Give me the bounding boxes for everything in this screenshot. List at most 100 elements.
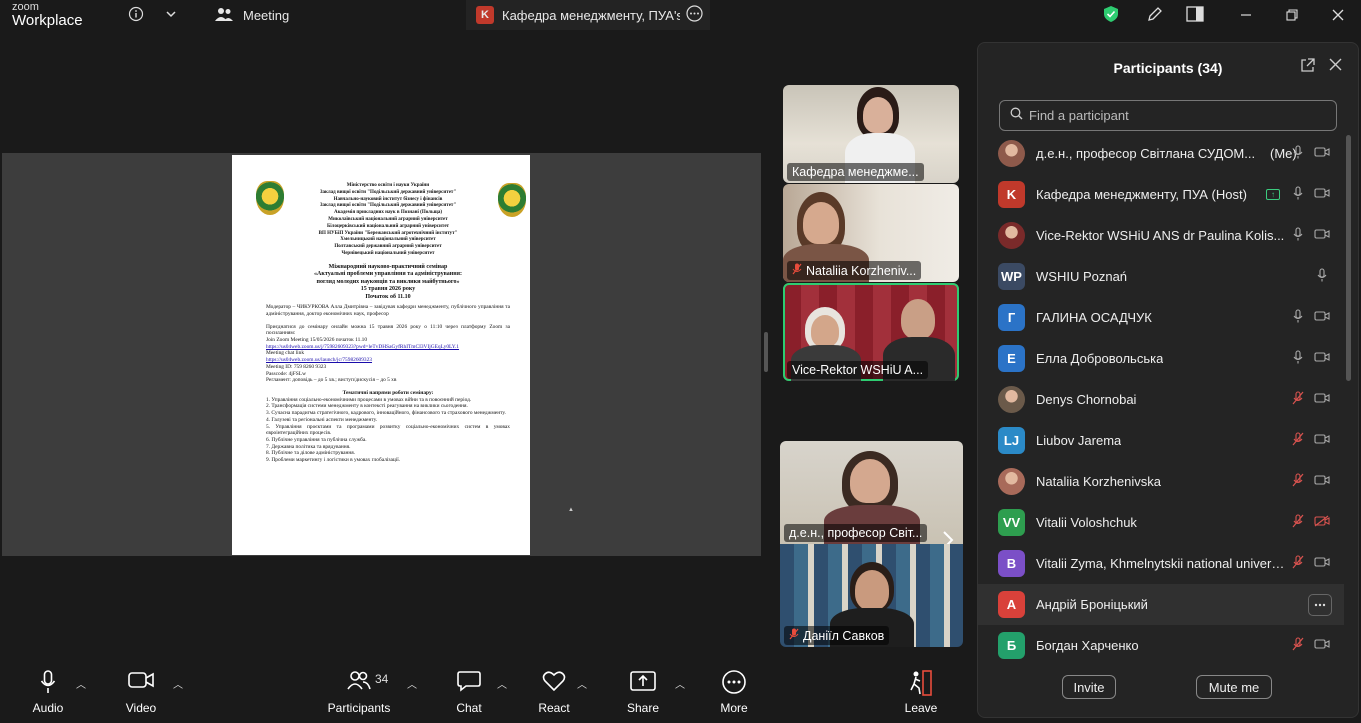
minimize-button[interactable] [1223, 0, 1269, 30]
participant-row[interactable]: Vice-Rektor WSHiU ANS dr Paulina Kolis..… [978, 215, 1344, 256]
layout-panel-icon[interactable] [1184, 3, 1206, 25]
mic-muted-icon[interactable] [1290, 514, 1306, 531]
microphone-icon[interactable] [1290, 309, 1306, 326]
video-camera-icon[interactable] [1314, 146, 1330, 161]
mic-muted-icon [789, 628, 799, 643]
participant-search-box[interactable] [999, 100, 1337, 131]
chevron-down-icon[interactable] [160, 3, 182, 25]
document-join-line: Join Zoom Meeting 15/05/2026 початок 11.… [266, 337, 368, 344]
mic-muted-icon[interactable] [1290, 473, 1306, 490]
shield-icon[interactable] [1100, 3, 1122, 25]
search-input[interactable] [1029, 108, 1319, 123]
document-title-line: погляд молодих науковців та виклики майб… [316, 278, 460, 285]
popout-icon[interactable] [1300, 58, 1315, 77]
document-reglament: Регламент: доповідь – до 5 хв.; виступ/д… [266, 377, 397, 384]
mic-muted-icon[interactable] [1290, 391, 1306, 408]
participants-scrollbar[interactable] [1346, 135, 1351, 381]
audio-options-caret-icon[interactable]: ︿ [76, 676, 86, 691]
participant-row[interactable]: Е Елла Добровольська [978, 338, 1344, 379]
participants-options-caret-icon[interactable]: ︿ [407, 676, 417, 691]
audio-label: Audio [32, 701, 64, 715]
video-off-icon[interactable] [1314, 515, 1330, 530]
document-topic-item: 9. Проблеми маркетингу і логістики в умо… [266, 457, 401, 464]
participant-video [855, 570, 889, 610]
participant-name: Vitalii Zyma, Khmelnytskii national univ… [1036, 556, 1286, 571]
tab-meeting[interactable]: Meeting [205, 0, 463, 30]
microphone-icon[interactable] [1290, 145, 1306, 162]
leave-door-icon [909, 670, 933, 696]
share-options-caret-icon[interactable]: ︿ [675, 676, 685, 691]
search-icon [1010, 107, 1023, 125]
university-seal-left [256, 181, 284, 215]
mic-muted-icon[interactable] [1290, 555, 1306, 572]
mute-me-button[interactable]: Mute me [1196, 675, 1272, 699]
video-options-caret-icon[interactable]: ︿ [173, 676, 183, 691]
participant-name: ГАЛИНА ОСАДЧУК [1036, 310, 1152, 325]
tab-shared-screen[interactable]: K Кафедра менеджменту, ПУА's sc [466, 0, 710, 30]
chat-button[interactable]: Chat [452, 662, 486, 723]
participant-avatar: K [998, 181, 1025, 208]
restore-button[interactable] [1269, 0, 1315, 30]
video-camera-icon[interactable] [1314, 392, 1330, 407]
participant-row[interactable]: Nataliia Korzhenivska [978, 461, 1344, 502]
annotate-pen-icon[interactable] [1144, 3, 1166, 25]
video-camera-icon[interactable] [1314, 474, 1330, 489]
video-button[interactable]: Video [120, 662, 162, 723]
shared-screen-area[interactable]: Міністерство освіти і науки України Закла… [2, 153, 761, 556]
mic-muted-icon[interactable] [1290, 637, 1306, 654]
document-header-line: Міністерство освіти і науки України [346, 183, 430, 188]
participant-row[interactable]: K Кафедра менеджменту, ПУА (Host) ↑ [978, 174, 1344, 215]
video-tile-vice-rektor[interactable]: Vice-Rektor WSHiU A... [783, 283, 959, 381]
participant-row[interactable]: Г ГАЛИНА ОСАДЧУК [978, 297, 1344, 338]
video-camera-icon[interactable] [1314, 556, 1330, 571]
share-button[interactable]: Share [624, 662, 662, 723]
participant-avatar: Е [998, 345, 1025, 372]
close-panel-icon[interactable] [1329, 58, 1342, 75]
leave-button[interactable]: Leave [902, 662, 940, 723]
participants-icon [347, 670, 371, 696]
participant-row[interactable]: LJ Liubov Jarema [978, 420, 1344, 461]
video-tile-korzhenivska[interactable]: Nataliia Korzheniv... [783, 184, 959, 282]
more-button[interactable]: More [716, 662, 752, 723]
participant-row[interactable]: А Андрій Броніцький [978, 584, 1344, 625]
microphone-icon[interactable] [1290, 186, 1306, 203]
microphone-icon[interactable] [1314, 268, 1330, 285]
mic-muted-icon[interactable] [1290, 432, 1306, 449]
video-tile-sudom[interactable]: д.е.н., професор Світ... [780, 441, 963, 544]
video-camera-icon[interactable] [1314, 433, 1330, 448]
video-camera-icon[interactable] [1314, 638, 1330, 653]
invite-button[interactable]: Invite [1062, 675, 1116, 699]
participant-row[interactable]: д.е.н., професор Світлана СУДОМ... (Me) [978, 133, 1344, 174]
participant-row[interactable]: Denys Chornobai [978, 379, 1344, 420]
video-camera-icon[interactable] [1314, 228, 1330, 243]
video-camera-icon[interactable] [1314, 310, 1330, 325]
more-options-icon[interactable] [686, 5, 703, 25]
document-header-line: Академія прикладних наук в Познані (Поль… [333, 210, 442, 216]
microphone-icon[interactable] [1290, 350, 1306, 367]
document-topic-item: 4. Галузеві та регіональні аспекти менед… [266, 416, 378, 423]
participant-avatar: Г [998, 304, 1025, 331]
participant-row[interactable]: B Vitalii Zyma, Khmelnytskii national uni… [978, 543, 1344, 584]
participant-row[interactable]: WP WSHIU Poznań [978, 256, 1344, 297]
microphone-icon[interactable] [1290, 227, 1306, 244]
video-tile-kafedra[interactable]: Кафедра менеджме... [783, 85, 959, 183]
document-header-line: Навчально-науковий інститут бізнесу і фі… [333, 196, 443, 202]
participant-row[interactable]: VV Vitalii Voloshchuk [978, 502, 1344, 543]
participant-video [811, 315, 839, 347]
video-camera-icon[interactable] [1314, 187, 1330, 202]
audio-button[interactable]: Audio [26, 662, 70, 723]
participant-row[interactable]: Б Богдан Харченко [978, 625, 1344, 666]
close-window-button[interactable] [1315, 0, 1361, 30]
react-options-caret-icon[interactable]: ︿ [577, 676, 587, 691]
info-icon[interactable] [125, 3, 147, 25]
video-tile-savkov[interactable]: Даніїл Савков [780, 544, 963, 647]
chat-options-caret-icon[interactable]: ︿ [497, 676, 507, 691]
participant-more-button[interactable] [1308, 593, 1332, 616]
participant-name: Vitalii Voloshchuk [1036, 515, 1137, 530]
participant-avatar [998, 468, 1025, 495]
split-view-handle[interactable] [764, 332, 768, 372]
video-camera-icon[interactable] [1314, 351, 1330, 366]
react-button[interactable]: React [535, 662, 573, 723]
share-label: Share [626, 701, 660, 715]
screen-share-icon: ↑ [1266, 189, 1280, 200]
